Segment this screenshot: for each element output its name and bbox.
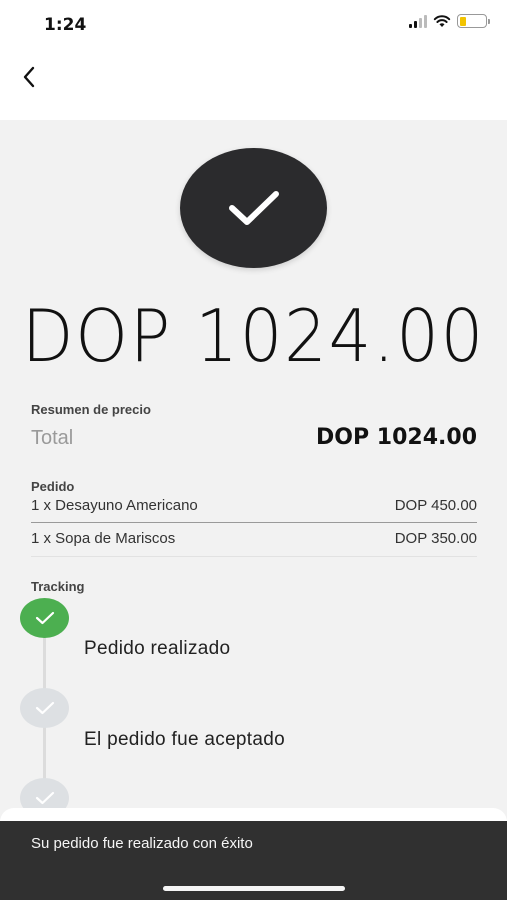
tracking-connector [43,720,46,780]
check-icon [35,701,54,715]
order-amount: DOP 1024.00 [21,294,486,378]
battery-icon [457,14,490,28]
order-item-price: DOP 450.00 [394,497,477,514]
check-icon [35,791,54,805]
nav-bar [0,50,507,120]
snackbar: Su pedido fue realizado con éxito [0,821,507,900]
divider [31,522,477,523]
signal-icon [409,14,427,28]
order-label: Pedido [31,479,75,494]
total-row: Total DOP 1024.00 [31,425,477,450]
order-item-name: 1 x Sopa de Mariscos [31,530,176,547]
order-item-name: 1 x Desayuno Americano [31,497,198,514]
tracking-step-pending-indicator [20,688,69,728]
success-badge [180,148,327,268]
order-item-price: DOP 350.00 [394,530,477,547]
tracking-step-label: Pedido realizado [84,638,231,659]
list-item: 1 x Desayuno Americano DOP 450.00 [31,497,477,514]
home-indicator[interactable] [163,886,345,891]
total-value: DOP 1024.00 [316,425,477,450]
chevron-left-icon [23,66,35,88]
status-bar: 1:24 [0,0,507,50]
tracking-connector [43,630,46,690]
check-icon [228,191,279,225]
check-icon [35,611,54,625]
wifi-icon [433,15,451,27]
snackbar-message: Su pedido fue realizado con éxito [31,835,253,852]
tracking-label: Tracking [31,579,85,594]
status-icons [409,14,490,28]
divider [31,556,477,557]
price-summary-label: Resumen de precio [31,402,151,417]
tracking-step-done-indicator [20,598,69,638]
total-label: Total [31,427,74,449]
list-item: 1 x Sopa de Mariscos DOP 350.00 [31,530,477,547]
back-button[interactable] [14,62,44,92]
order-confirmation: DOP 1024.00 Resumen de precio Total DOP … [0,120,507,900]
tracking-step-label: El pedido fue aceptado [84,729,285,750]
status-time: 1:24 [44,15,87,35]
